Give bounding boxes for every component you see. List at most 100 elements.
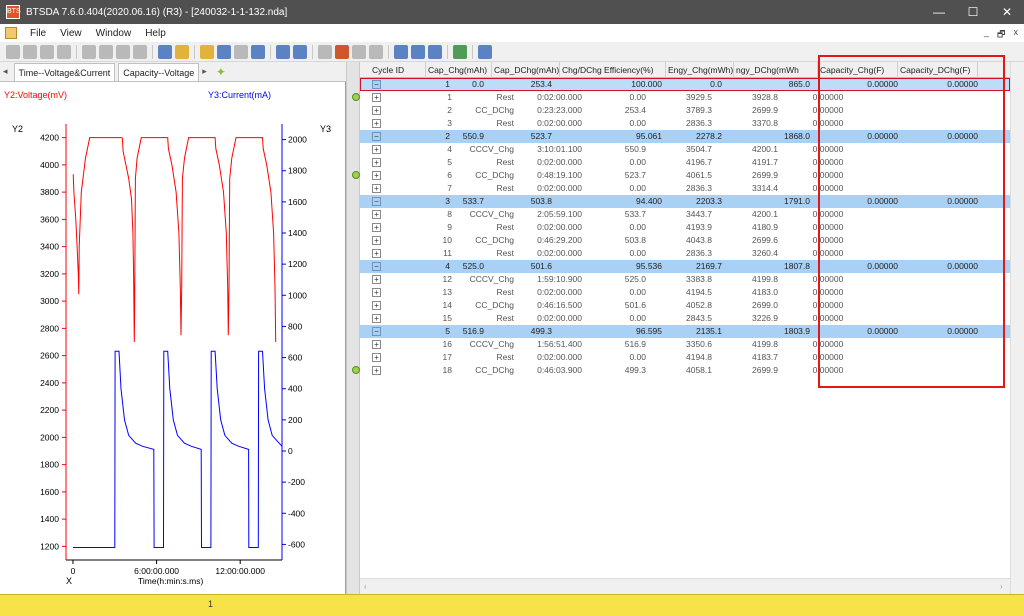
save-icon[interactable]	[217, 44, 231, 59]
status-text: 1	[208, 599, 214, 609]
vertical-scrollbar[interactable]	[1010, 62, 1024, 594]
expand-icon[interactable]: +	[372, 314, 381, 323]
x-tick-label: 6:00:00.000	[134, 566, 179, 576]
table-cell: 501.6	[624, 300, 646, 310]
detail-view-icon[interactable]	[411, 44, 425, 59]
expand-icon[interactable]: +	[372, 171, 381, 180]
column-header[interactable]: Chg/DChg Efficiency(%)	[560, 62, 666, 78]
table-cell: CCCV_Chg	[469, 144, 514, 154]
expand-icon[interactable]: +	[372, 236, 381, 245]
expand-icon[interactable]: +	[372, 93, 381, 102]
column-header[interactable]: Cap_DChg(mAh)	[492, 62, 560, 78]
menu-help[interactable]: Help	[138, 28, 173, 39]
expand-icon[interactable]: +	[372, 340, 381, 349]
scroll-left-icon[interactable]: ‹	[364, 582, 367, 591]
table-cell: 0.00	[629, 157, 646, 167]
cursor-icon[interactable]	[158, 44, 172, 59]
table-cell: 4199.8	[752, 274, 778, 284]
settings-icon[interactable]	[478, 44, 492, 59]
y2-tick-label: 3800	[40, 187, 59, 197]
table-cell: CC_DChg	[475, 365, 514, 375]
marker-icon[interactable]	[335, 44, 349, 59]
table-cell: CCCV_Chg	[469, 209, 514, 219]
redo-icon[interactable]	[133, 44, 147, 59]
arrow-right-icon[interactable]	[293, 44, 307, 59]
column-header[interactable]: Engy_Chg(mWh)	[666, 62, 734, 78]
table-cell: 4180.9	[752, 222, 778, 232]
column-header[interactable]: Cycle ID	[370, 62, 426, 78]
tab-scroll-right-icon[interactable]: ▸	[199, 66, 210, 77]
collapse-icon[interactable]: −	[372, 80, 381, 89]
hand-tool-icon[interactable]	[6, 44, 20, 59]
expand-icon[interactable]: +	[372, 119, 381, 128]
zoom-in-icon[interactable]	[40, 44, 54, 59]
table-cell: 4183.7	[752, 352, 778, 362]
list-view-icon[interactable]	[394, 44, 408, 59]
close-button[interactable]: ✕	[990, 0, 1024, 24]
minimize-button[interactable]: —	[922, 0, 956, 24]
expand-icon[interactable]: +	[372, 288, 381, 297]
menu-window[interactable]: Window	[89, 28, 139, 39]
table-cell: 0:23:23.000	[537, 105, 582, 115]
scroll-right-icon[interactable]: ›	[1000, 582, 1003, 591]
table-cell: 1803.9	[784, 326, 810, 336]
column-header[interactable]: ngy_DChg(mWh	[734, 62, 818, 78]
horizontal-scrollbar[interactable]: ‹ ›	[360, 578, 1010, 594]
table-cell: 3504.7	[686, 144, 712, 154]
mdi-minimize-button[interactable]: _	[984, 27, 989, 43]
layers-icon[interactable]	[369, 44, 383, 59]
energy-icon[interactable]	[318, 44, 332, 59]
menu-file[interactable]: File	[23, 28, 53, 39]
zoom-out-icon[interactable]	[57, 44, 71, 59]
expand-icon[interactable]: +	[372, 249, 381, 258]
collapse-icon[interactable]: −	[372, 197, 381, 206]
grid-icon[interactable]	[82, 44, 96, 59]
star-icon[interactable]: ✦	[216, 65, 226, 79]
expand-icon[interactable]: +	[372, 223, 381, 232]
filter-icon[interactable]	[175, 44, 189, 59]
excel-export-icon[interactable]	[453, 44, 467, 59]
y2-tick-label: 4000	[40, 160, 59, 170]
expand-icon[interactable]: +	[372, 275, 381, 284]
tab-capacity-voltage[interactable]: Capacity--Voltage	[118, 62, 200, 81]
expand-icon[interactable]: +	[372, 366, 381, 375]
expand-icon[interactable]: +	[372, 158, 381, 167]
maximize-button[interactable]: ☐	[956, 0, 990, 24]
table-cell: 1:56:51.400	[537, 339, 582, 349]
mdi-restore-button[interactable]: 🗗	[997, 27, 1005, 43]
menu-bar: File View Window Help _ 🗗 x	[0, 24, 1024, 42]
expand-icon[interactable]: +	[372, 106, 381, 115]
table-cell: 2135.1	[696, 326, 722, 336]
table-view-icon[interactable]	[428, 44, 442, 59]
undo-icon[interactable]	[116, 44, 130, 59]
table-cell: 4200.1	[752, 144, 778, 154]
expand-icon[interactable]: +	[372, 210, 381, 219]
pane-splitter[interactable]	[346, 62, 360, 594]
table-cell: 3789.3	[686, 105, 712, 115]
column-header[interactable]: Cap_Chg(mAh)	[426, 62, 492, 78]
layer-icon[interactable]	[352, 44, 366, 59]
collapse-icon[interactable]: −	[372, 262, 381, 271]
table-cell: 0:48:19.100	[537, 170, 582, 180]
arrow-left-icon[interactable]	[276, 44, 290, 59]
print-icon[interactable]	[234, 44, 248, 59]
expand-icon[interactable]: +	[372, 145, 381, 154]
pointer-tool-icon[interactable]	[23, 44, 37, 59]
table-cell: 2699.6	[752, 235, 778, 245]
help-icon[interactable]	[251, 44, 265, 59]
expand-icon[interactable]: +	[372, 184, 381, 193]
mdi-close-button[interactable]: x	[1014, 27, 1019, 43]
expand-icon[interactable]: +	[372, 353, 381, 362]
x-axis-name: X	[66, 576, 72, 586]
table-cell: 2843.5	[686, 313, 712, 323]
tab-time-voltage-current[interactable]: Time--Voltage&Current	[13, 62, 116, 81]
menu-view[interactable]: View	[53, 28, 89, 39]
expand-icon[interactable]: +	[372, 301, 381, 310]
tab-scroll-left-icon[interactable]: ◂	[0, 66, 11, 77]
table-cell: 499.3	[624, 365, 646, 375]
table-cell: 3260.4	[752, 248, 778, 258]
collapse-icon[interactable]: −	[372, 327, 381, 336]
open-folder-icon[interactable]	[200, 44, 214, 59]
collapse-icon[interactable]: −	[372, 132, 381, 141]
copy-icon[interactable]	[99, 44, 113, 59]
